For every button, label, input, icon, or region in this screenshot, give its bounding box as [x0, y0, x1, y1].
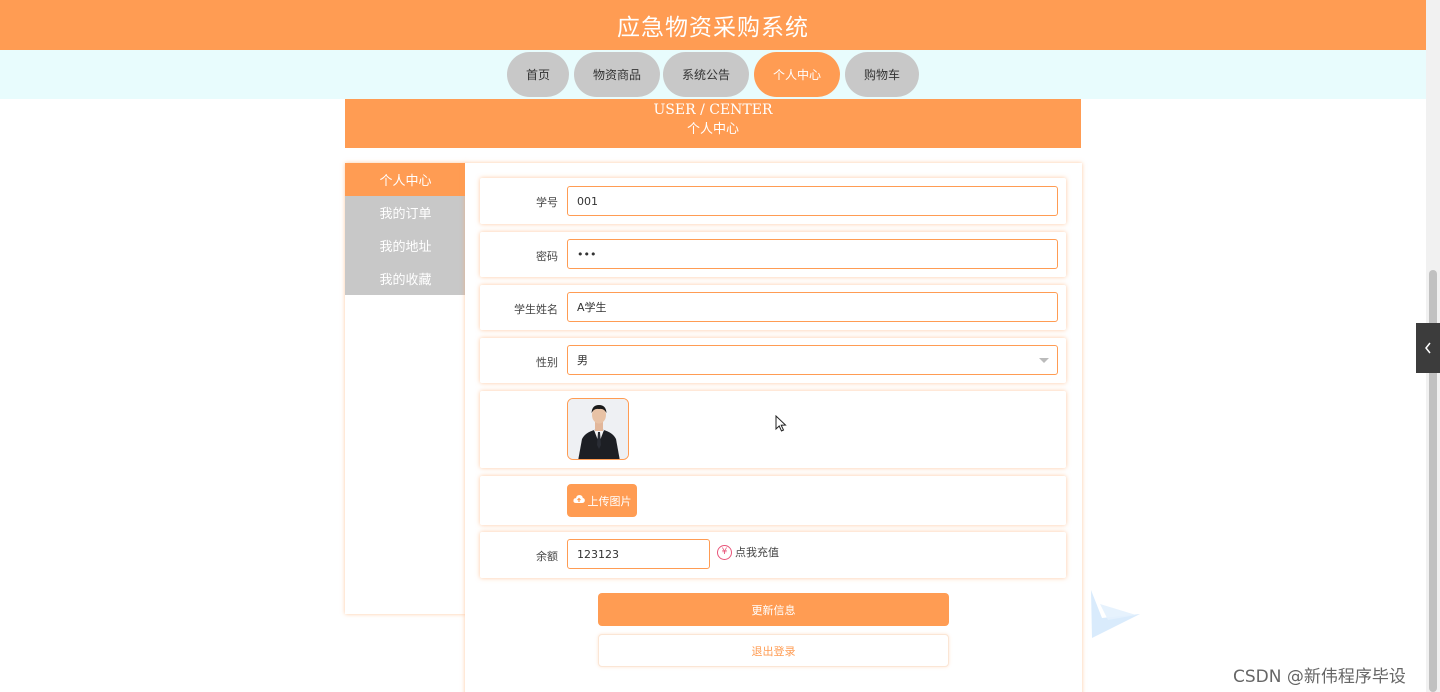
upload-image-button[interactable]: 上传图片 — [567, 484, 637, 517]
yen-icon: ¥ — [717, 544, 732, 560]
nav-user-center[interactable]: 个人中心 — [754, 52, 840, 97]
banner-en-title: USER / CENTER — [653, 102, 773, 118]
decorative-chevron-icon — [1088, 588, 1142, 644]
sidebar-item-favorites[interactable]: 我的收藏 — [345, 262, 466, 295]
sidebar-item-address[interactable]: 我的地址 — [345, 229, 466, 262]
app-title: 应急物资采购系统 — [617, 15, 809, 41]
watermark: CSDN @新伟程序毕设 — [1233, 667, 1406, 687]
chevron-down-icon — [1039, 358, 1049, 363]
upload-image-label: 上传图片 — [587, 494, 632, 508]
form-row-balance: 余额 123123 ¥ 点我充值 — [480, 532, 1066, 578]
sidebar: 个人中心 我的订单 我的地址 我的收藏 — [345, 163, 466, 614]
gender-label: 性别 — [536, 356, 558, 369]
gender-select[interactable]: 男 — [567, 345, 1058, 375]
side-toggle-button[interactable] — [1416, 323, 1440, 373]
form-row-upload: 上传图片 — [480, 476, 1066, 525]
balance-label: 余额 — [536, 550, 558, 563]
balance-input[interactable]: 123123 — [567, 539, 710, 569]
page-banner: USER / CENTER 个人中心 — [345, 99, 1081, 148]
nav-home[interactable]: 首页 — [507, 52, 569, 97]
nav-products[interactable]: 物资商品 — [574, 52, 660, 97]
mouse-cursor-icon — [775, 414, 787, 436]
update-info-button[interactable]: 更新信息 — [598, 593, 949, 626]
logout-button[interactable]: 退出登录 — [598, 634, 949, 667]
form-row-student-name: 学生姓名 A学生 — [480, 285, 1066, 330]
password-input[interactable]: ••• — [567, 239, 1058, 269]
gender-select-value: 男 — [577, 354, 588, 367]
student-id-input[interactable]: 001 — [567, 186, 1058, 216]
main-nav: 首页 物资商品 系统公告 个人中心 购物车 — [0, 50, 1426, 99]
avatar — [567, 398, 629, 460]
chevron-left-icon — [1424, 339, 1432, 358]
banner-cn-title: 个人中心 — [686, 122, 739, 137]
cloud-upload-icon — [572, 494, 585, 507]
student-name-label: 学生姓名 — [514, 303, 558, 316]
student-name-input[interactable]: A学生 — [567, 292, 1058, 322]
password-label: 密码 — [536, 250, 558, 263]
recharge-link[interactable]: ¥ 点我充值 — [717, 544, 779, 560]
nav-announcements[interactable]: 系统公告 — [663, 52, 749, 97]
recharge-label: 点我充值 — [735, 546, 779, 559]
form-row-student-id: 学号 001 — [480, 178, 1066, 224]
app-header: 应急物资采购系统 — [0, 0, 1426, 50]
form-row-password: 密码 ••• — [480, 232, 1066, 277]
student-id-label: 学号 — [536, 196, 558, 209]
profile-form-panel: 学号 001 密码 ••• 学生姓名 A学生 性别 男 上传图片 余额 1231… — [465, 163, 1082, 692]
form-row-avatar — [480, 391, 1066, 468]
sidebar-item-orders[interactable]: 我的订单 — [345, 196, 466, 229]
form-row-gender: 性别 男 — [480, 338, 1066, 383]
nav-cart[interactable]: 购物车 — [845, 52, 919, 97]
sidebar-item-user-center[interactable]: 个人中心 — [345, 163, 466, 196]
